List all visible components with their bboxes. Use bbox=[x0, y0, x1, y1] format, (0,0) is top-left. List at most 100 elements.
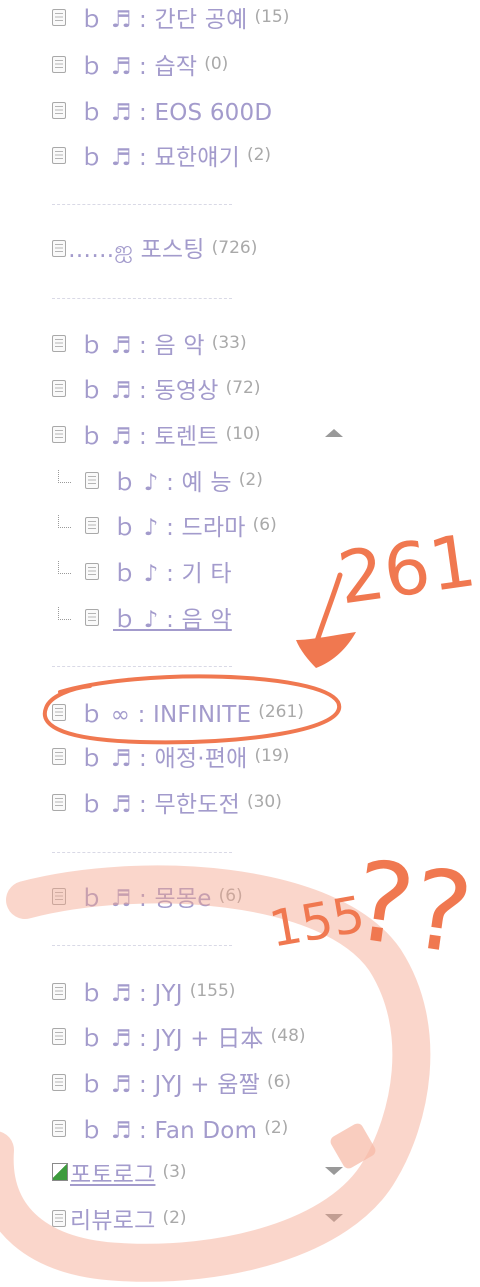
category-item[interactable]: ｂ ♬ : Fan Dom (2) bbox=[0, 1106, 288, 1150]
category-label: ｂ ♬ : 음 악 bbox=[80, 333, 205, 359]
document-icon bbox=[52, 982, 66, 1000]
document-icon bbox=[52, 887, 66, 905]
category-label: ｂ ♬ : 무한도전 bbox=[80, 792, 240, 818]
category-count: (2) bbox=[238, 470, 263, 490]
category-item[interactable]: ｂ ♬ : 동영상 (72) bbox=[0, 366, 261, 410]
annotation-text-261: 261 bbox=[333, 518, 480, 620]
document-icon bbox=[52, 379, 66, 397]
category-count: (2) bbox=[264, 1118, 289, 1138]
reviewlog-label: 리뷰로그 bbox=[70, 1208, 156, 1234]
category-count: (10) bbox=[225, 424, 261, 444]
document-icon bbox=[52, 793, 66, 811]
category-label: ｂ ♬ : JYJ bbox=[80, 981, 183, 1007]
expand-arrow-icon[interactable] bbox=[325, 1214, 343, 1222]
separator bbox=[52, 666, 232, 667]
category-count: (15) bbox=[254, 7, 290, 27]
document-icon bbox=[52, 1027, 66, 1045]
marker-blot bbox=[330, 1123, 376, 1169]
category-label: ｂ ♬ : 애정·편애 bbox=[80, 746, 248, 772]
document-icon bbox=[52, 146, 66, 164]
category-item[interactable]: ｂ ♬ : JYJ + 움짤 (6) bbox=[0, 1060, 291, 1104]
annotation-arrowhead bbox=[296, 632, 356, 668]
category-item[interactable]: ｂ ♬ : 몽몽e (6) bbox=[0, 874, 243, 918]
category-count: (6) bbox=[266, 1072, 292, 1092]
photolog-label: 포토로그 bbox=[70, 1162, 156, 1188]
annotation-text-155: 155 bbox=[265, 885, 369, 959]
document-icon bbox=[52, 334, 66, 352]
tree-line-icon bbox=[58, 606, 71, 620]
category-count: (155) bbox=[189, 981, 236, 1001]
separator bbox=[52, 945, 232, 946]
category-label: ……ஐ 포스팅 bbox=[68, 237, 205, 263]
category-count: (19) bbox=[254, 746, 290, 766]
category-count: (6) bbox=[218, 886, 243, 906]
category-item[interactable]: ｂ ♬ : 음 악 (33) bbox=[0, 321, 247, 365]
photolog-count: (3) bbox=[162, 1162, 187, 1182]
tree-line-icon bbox=[58, 560, 71, 574]
subcategory-item[interactable]: ｂ ♪ : 기 타 bbox=[0, 549, 239, 593]
tree-line-icon bbox=[58, 514, 71, 528]
subcategory-item[interactable]: ｂ ♪ : 드라마 (6) bbox=[0, 503, 277, 547]
category-label: ｂ ♬ : 동영상 bbox=[80, 378, 219, 404]
category-label: ｂ ♬ : 간단 공예 bbox=[80, 7, 248, 33]
annotation-text-questions: ?? bbox=[346, 836, 479, 979]
category-item[interactable]: ……ஐ 포스팅 (726) bbox=[0, 226, 257, 270]
document-icon bbox=[52, 747, 66, 765]
category-label: ｂ ♬ : Fan Dom bbox=[80, 1118, 258, 1144]
document-icon bbox=[85, 608, 99, 626]
category-item[interactable]: ｂ ♬ : JYJ (155) bbox=[0, 969, 235, 1013]
document-icon bbox=[52, 1209, 66, 1227]
category-item[interactable]: ｂ ♬ : EOS 600D bbox=[0, 88, 279, 132]
separator bbox=[52, 298, 232, 299]
category-label: ｂ ♬ : JYJ + 日本 bbox=[80, 1026, 264, 1052]
category-count: (2) bbox=[246, 145, 272, 165]
collapse-arrow-icon[interactable] bbox=[325, 429, 343, 437]
category-item[interactable]: ｂ ∞ : INFINITE (261) bbox=[0, 690, 304, 734]
category-label: ｂ ∞ : INFINITE bbox=[80, 702, 252, 728]
photo-icon bbox=[52, 1163, 68, 1181]
category-label: ｂ ♪ : 예 능 bbox=[113, 470, 232, 496]
category-label: ｂ ♪ : 기 타 bbox=[113, 561, 232, 587]
category-item[interactable]: ｂ ♬ : 애정·편애 (19) bbox=[0, 734, 289, 778]
document-icon bbox=[85, 471, 99, 489]
category-label: ｂ ♪ : 드라마 bbox=[113, 515, 246, 541]
category-item[interactable]: ｂ ♬ : 토렌트 (10) bbox=[0, 412, 261, 456]
separator bbox=[52, 204, 232, 205]
category-label: ｂ ♬ : EOS 600D bbox=[80, 100, 273, 126]
category-count: (0) bbox=[204, 54, 229, 74]
category-item[interactable]: ｂ ♬ : 간단 공예 (15) bbox=[0, 0, 289, 39]
category-item[interactable]: ｂ ♬ : 묘한얘기 (2) bbox=[0, 133, 271, 177]
category-count: (33) bbox=[211, 333, 247, 353]
document-icon bbox=[52, 239, 66, 257]
category-label: ｂ ♪ : 음 악 bbox=[113, 607, 232, 633]
reviewlog-count: (2) bbox=[162, 1208, 187, 1228]
document-icon bbox=[85, 516, 99, 534]
category-count: (6) bbox=[252, 515, 277, 535]
category-label: ｂ ♬ : JYJ + 움짤 bbox=[80, 1072, 260, 1098]
category-label: ｂ ♬ : 묘한얘기 bbox=[80, 145, 240, 171]
photolog-item[interactable]: 포토로그 (3) bbox=[0, 1150, 187, 1194]
document-icon bbox=[52, 8, 66, 26]
expand-arrow-icon[interactable] bbox=[325, 1167, 343, 1175]
document-icon bbox=[52, 55, 66, 73]
reviewlog-item[interactable]: 리뷰로그 (2) bbox=[0, 1196, 187, 1240]
subcategory-item[interactable]: ｂ ♪ : 예 능 (2) bbox=[0, 458, 263, 502]
document-icon bbox=[52, 1073, 66, 1091]
category-label: ｂ ♬ : 습작 bbox=[80, 54, 198, 80]
category-count: (726) bbox=[211, 238, 258, 258]
document-icon bbox=[52, 101, 66, 119]
category-count: (30) bbox=[246, 792, 282, 812]
separator bbox=[52, 852, 232, 853]
document-icon bbox=[85, 562, 99, 580]
category-count: (261) bbox=[258, 702, 304, 722]
subcategory-item-active[interactable]: ｂ ♪ : 음 악 bbox=[0, 595, 239, 639]
category-count: (72) bbox=[225, 378, 261, 398]
document-icon bbox=[52, 1119, 66, 1137]
category-item[interactable]: ｂ ♬ : JYJ + 日本 (48) bbox=[0, 1014, 306, 1058]
category-item[interactable]: ｂ ♬ : 습작 (0) bbox=[0, 42, 228, 86]
category-label: ｂ ♬ : 몽몽e bbox=[80, 886, 212, 912]
tree-line-icon bbox=[58, 469, 71, 483]
document-icon bbox=[52, 703, 66, 721]
document-icon bbox=[52, 425, 66, 443]
category-item[interactable]: ｂ ♬ : 무한도전 (30) bbox=[0, 780, 282, 824]
